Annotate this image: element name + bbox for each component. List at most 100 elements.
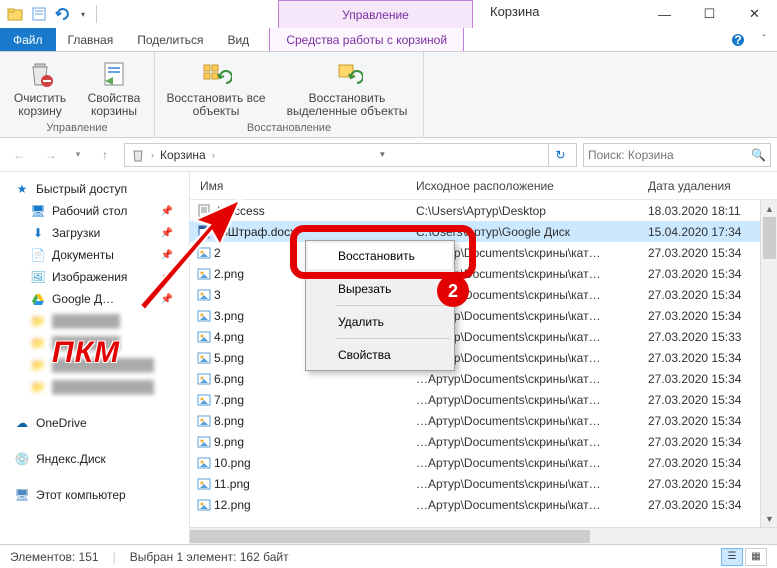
nav-blurred-item[interactable]: 📁████████████ [0,354,189,376]
table-row[interactable]: .htaccessC:\Users\Артур\Desktop18.03.202… [190,200,777,221]
address-bar: ← → ▾ ↑ › Корзина › ▾ ↻ 🔍 [0,138,777,172]
recycle-bin-small-icon [129,147,147,163]
file-icon [194,329,214,345]
ctx-delete[interactable]: Удалить [308,309,452,335]
redo-icon[interactable] [52,3,74,25]
table-row[interactable]: 5.png…Артур\Documents\скрины\кат…27.03.2… [190,347,777,368]
column-location[interactable]: Исходное расположение [416,179,648,193]
ribbon-collapse-icon[interactable]: ˇ [751,28,777,51]
table-row[interactable]: 7.png…Артур\Documents\скрины\кат…27.03.2… [190,389,777,410]
nav-blurred-item[interactable]: 📁████████████ [0,376,189,398]
tab-share[interactable]: Поделиться [125,28,215,51]
selection-status: Выбран 1 элемент: 162 байт [130,550,289,564]
column-name[interactable]: Имя [194,179,416,193]
nav-downloads[interactable]: ⬇Загрузки📌 [0,222,189,244]
tab-home[interactable]: Главная [56,28,126,51]
tab-file[interactable]: Файл [0,28,56,51]
up-button[interactable]: ↑ [92,142,118,168]
nav-yandex-disk[interactable]: 💿Яндекс.Диск [0,448,189,470]
nav-google-drive[interactable]: Google Д…📌 [0,288,189,310]
file-icon [194,371,214,387]
pin-icon: 📌 [161,294,173,305]
search-icon[interactable]: 🔍 [751,148,766,162]
table-row[interactable]: 6.png…Артур\Documents\скрины\кат…27.03.2… [190,368,777,389]
file-location: …Артур\Documents\скрины\кат… [416,477,648,491]
recycle-bin-icon [25,58,55,90]
details-view-button[interactable]: ☰ [721,548,743,566]
table-row[interactable]: 3…Артур\Documents\скрины\кат…27.03.2020 … [190,284,777,305]
thumbnails-view-button[interactable]: ▦ [745,548,767,566]
file-name: 8.png [214,414,416,428]
scroll-down-icon[interactable]: ▼ [761,510,777,527]
file-date: 27.03.2020 15:34 [648,435,777,449]
file-date: 27.03.2020 15:34 [648,246,777,260]
breadcrumb[interactable]: › Корзина › ▾ ↻ [124,143,577,167]
refresh-button[interactable]: ↻ [548,143,572,167]
table-row[interactable]: 10.png…Артур\Documents\скрины\кат…27.03.… [190,452,777,473]
file-name: 6.png [214,372,416,386]
file-name: .htaccess [214,204,416,218]
nav-desktop[interactable]: 🖥Рабочий стол📌 [0,200,189,222]
ctx-properties[interactable]: Свойства [308,342,452,368]
file-date: 27.03.2020 15:34 [648,477,777,491]
navigation-pane: ★Быстрый доступ 🖥Рабочий стол📌 ⬇Загрузки… [0,172,190,544]
table-row[interactable]: 12.png…Артур\Documents\скрины\кат…27.03.… [190,494,777,515]
table-row[interactable]: 11.png…Артур\Documents\скрины\кат…27.03.… [190,473,777,494]
nav-documents[interactable]: 📄Документы📌 [0,244,189,266]
folder-icon[interactable] [4,3,26,25]
maximize-button[interactable]: ☐ [687,0,732,28]
table-row[interactable]: 2.png…Артур\Documents\скрины\кат…27.03.2… [190,263,777,284]
nav-this-pc[interactable]: 🖥Этот компьютер [0,484,189,506]
table-row[interactable]: 3.png…Артур\Documents\скрины\кат…27.03.2… [190,305,777,326]
chevron-right-icon[interactable]: › [210,150,217,160]
bin-properties-button[interactable]: Свойства корзины [80,56,148,120]
nav-blurred-item[interactable]: 📁████████ [0,332,189,354]
nav-quick-access[interactable]: ★Быстрый доступ [0,178,189,200]
qat-dropdown-icon[interactable]: ▾ [76,10,90,19]
column-date[interactable]: Дата удаления [648,179,777,193]
breadcrumb-item[interactable]: Корзина [158,148,208,162]
horizontal-scrollbar[interactable] [190,527,777,544]
nav-pictures[interactable]: 🖼Изображения📌 [0,266,189,288]
search-box[interactable]: 🔍 [583,143,771,167]
nav-blurred-item[interactable]: 📁████████ [0,310,189,332]
document-icon: 📄 [30,247,46,263]
scrollbar-thumb[interactable] [190,530,590,543]
tab-view[interactable]: Вид [215,28,261,51]
forward-button[interactable]: → [38,142,64,168]
scrollbar-thumb[interactable] [763,217,776,259]
table-row[interactable]: 4.png…Артур\Documents\скрины\кат…27.03.2… [190,326,777,347]
close-button[interactable]: ✕ [732,0,777,28]
vertical-scrollbar[interactable]: ▲ ▼ [760,200,777,527]
scroll-up-icon[interactable]: ▲ [761,200,777,217]
back-button[interactable]: ← [6,142,32,168]
nav-onedrive[interactable]: ☁OneDrive [0,412,189,434]
context-menu: Восстановить Вырезать Удалить Свойства [305,240,455,371]
title-bar: ▾ Управление Корзина — ☐ ✕ [0,0,777,28]
file-location: …Артур\Documents\скрины\кат… [416,414,648,428]
empty-bin-button[interactable]: Очистить корзину [6,56,74,120]
file-icon [194,497,214,513]
ctx-restore[interactable]: Восстановить [308,243,452,269]
ribbon: Очистить корзину Свойства корзины Управл… [0,52,777,138]
chevron-right-icon[interactable]: › [149,150,156,160]
file-date: 27.03.2020 15:34 [648,498,777,512]
restore-selected-button[interactable]: Восстановить выделенные объекты [277,56,417,120]
restore-all-button[interactable]: Восстановить все объекты [161,56,271,120]
table-row[interactable]: 2…Артур\Documents\скрины\кат…27.03.2020 … [190,242,777,263]
quick-access-toolbar: ▾ [0,3,101,25]
table-row[interactable]: ~$Штраф.docxC:\Users\Артур\Google Диск15… [190,221,777,242]
ctx-cut[interactable]: Вырезать [308,276,452,302]
file-date: 27.03.2020 15:33 [648,330,777,344]
help-button[interactable]: ? [725,28,751,51]
tab-recycle-tools[interactable]: Средства работы с корзиной [269,28,464,51]
pc-icon: 🖥 [14,487,30,503]
dropdown-icon[interactable]: ▾ [370,143,394,167]
file-date: 27.03.2020 15:34 [648,267,777,281]
minimize-button[interactable]: — [642,0,687,28]
history-dropdown[interactable]: ▾ [70,142,86,168]
properties-icon[interactable] [28,3,50,25]
table-row[interactable]: 9.png…Артур\Documents\скрины\кат…27.03.2… [190,431,777,452]
search-input[interactable] [588,148,747,162]
table-row[interactable]: 8.png…Артур\Documents\скрины\кат…27.03.2… [190,410,777,431]
